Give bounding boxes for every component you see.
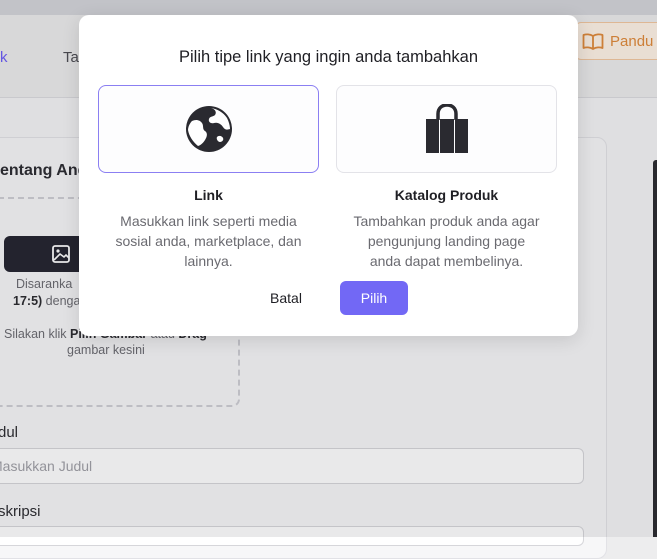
modal-title: Pilih tipe link yang ingin anda tambahka…	[178, 48, 479, 66]
choose-button[interactable]: Pilih	[340, 281, 408, 315]
option-catalog-card[interactable]	[336, 85, 557, 173]
desc-line: pengunjung landing page	[367, 233, 526, 249]
option-link-desc: Masukkan link seperti media sosial anda,…	[93, 211, 324, 271]
option-link-name: Link	[194, 187, 223, 203]
globe-icon	[185, 106, 232, 152]
option-catalog-desc: Tambahkan produk anda agar pengunjung la…	[331, 211, 562, 271]
desc-line: sosial anda, marketplace, dan	[115, 233, 302, 249]
option-catalog-name: Katalog Produk	[394, 187, 499, 203]
desc-line: Tambahkan produk anda agar	[353, 213, 540, 229]
option-link-card[interactable]	[98, 85, 319, 173]
desc-line: Masukkan link seperti media	[120, 213, 297, 229]
shopping-bag-icon	[425, 104, 468, 153]
desc-line: anda dapat membelinya.	[369, 253, 524, 269]
desc-line: lainnya.	[184, 253, 233, 269]
link-type-modal: Pilih tipe link yang ingin anda tambahka…	[79, 15, 578, 336]
cancel-button[interactable]: Batal	[254, 281, 318, 315]
